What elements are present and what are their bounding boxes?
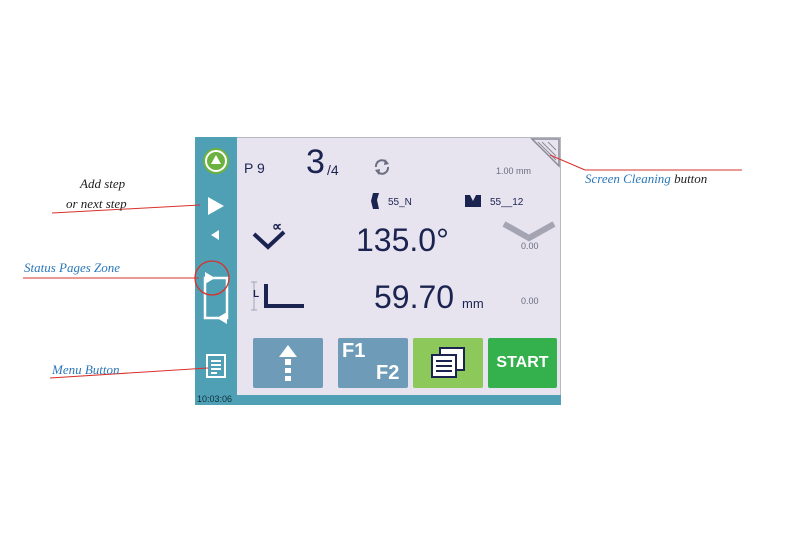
callout-menu-button: Menu Button (52, 362, 120, 377)
callout-add-step-line1: Add step (80, 176, 126, 191)
callout-add-step-line2: or next step (66, 196, 127, 211)
callout-status-pages: Status Pages Zone (24, 260, 121, 275)
callout-screen-cleaning: Screen Cleaning button (585, 171, 707, 187)
callout-screen-cleaning-blue: Screen Cleaning (585, 171, 671, 186)
callout-screen-cleaning-black: button (670, 171, 708, 186)
